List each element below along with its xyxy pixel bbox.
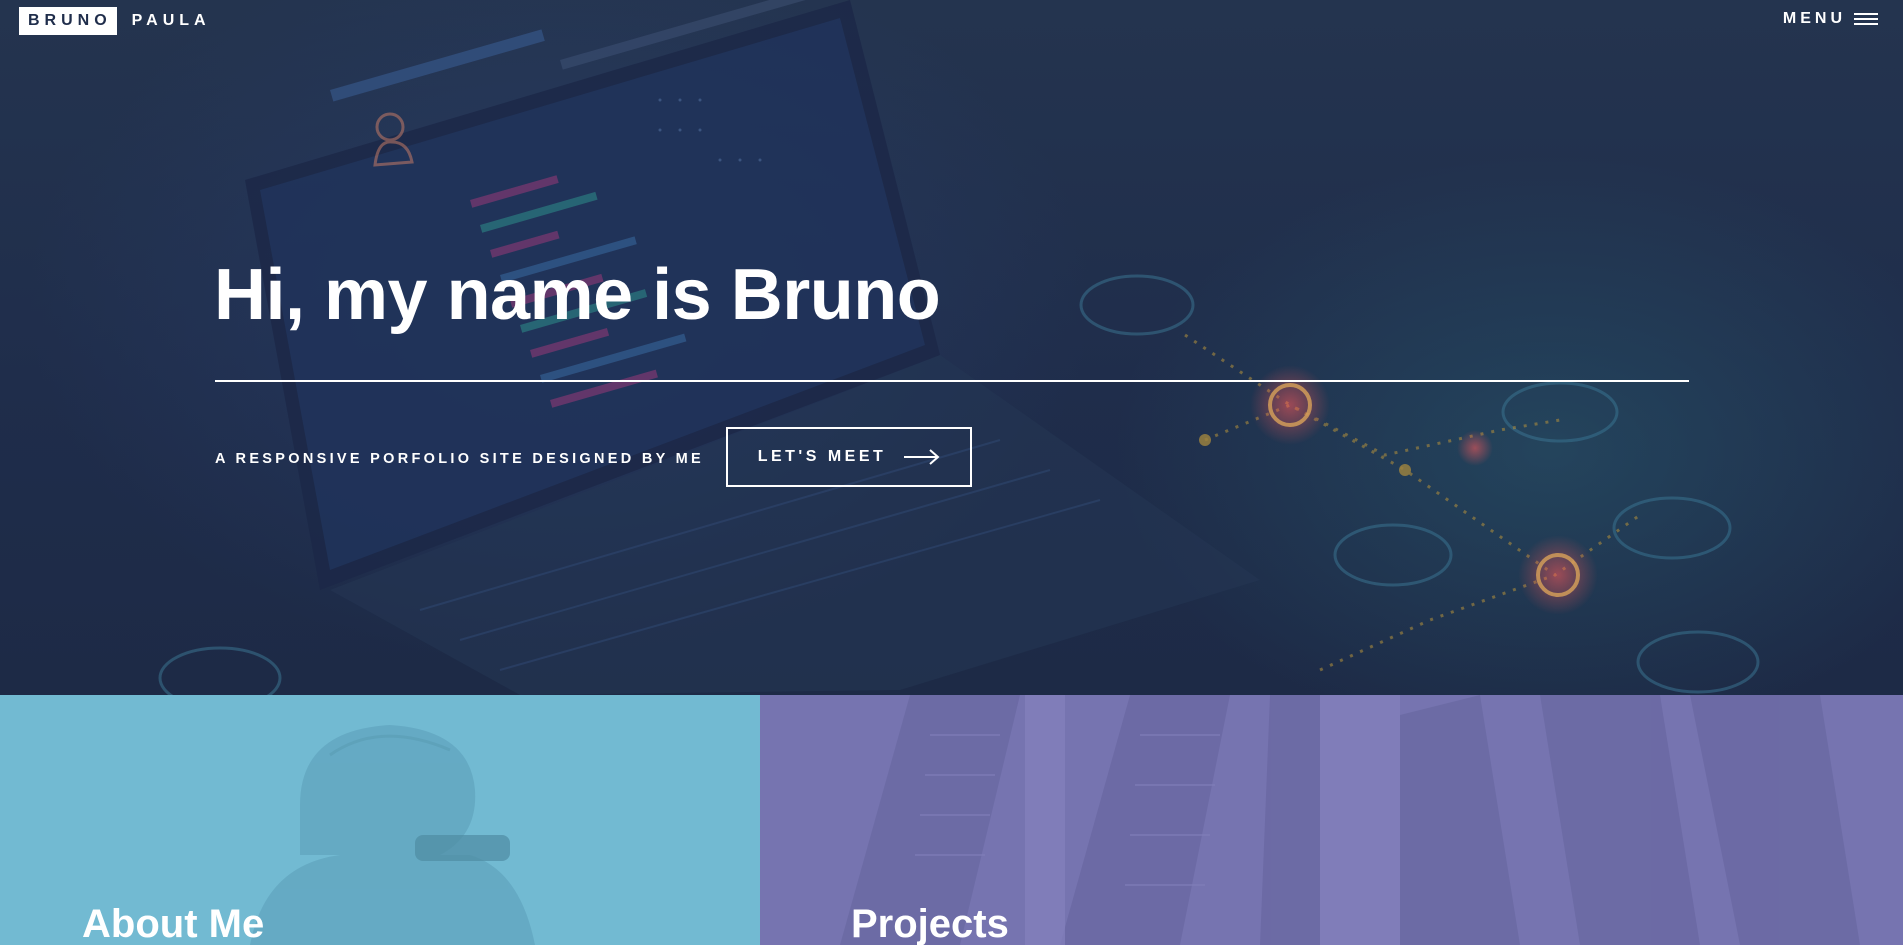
arrow-right-icon xyxy=(904,449,940,465)
about-me-title: About Me xyxy=(82,902,265,945)
hero-tagline: A RESPONSIVE PORFOLIO SITE DESIGNED BY M… xyxy=(215,451,704,467)
hero-background-image xyxy=(158,0,1760,695)
site-logo[interactable]: BRUNO PAULA xyxy=(19,7,211,35)
menu-button[interactable]: MENU xyxy=(1783,10,1878,28)
logo-last-name: PAULA xyxy=(131,12,211,29)
projects-panel[interactable]: Projects xyxy=(760,695,1903,945)
hero-title: Hi, my name is Bruno xyxy=(214,255,941,335)
projects-title: Projects xyxy=(851,902,1009,945)
lets-meet-label: LET'S MEET xyxy=(757,448,887,465)
menu-label: MENU xyxy=(1782,10,1846,27)
lets-meet-button[interactable]: LET'S MEET xyxy=(726,427,972,487)
hero-divider xyxy=(215,380,1689,382)
hamburger-icon xyxy=(1854,13,1878,25)
logo-first-name: BRUNO xyxy=(19,7,117,35)
hero-section: BRUNO PAULA MENU Hi, my name is Bruno A … xyxy=(0,0,1903,695)
about-me-panel[interactable]: About Me xyxy=(0,695,760,945)
